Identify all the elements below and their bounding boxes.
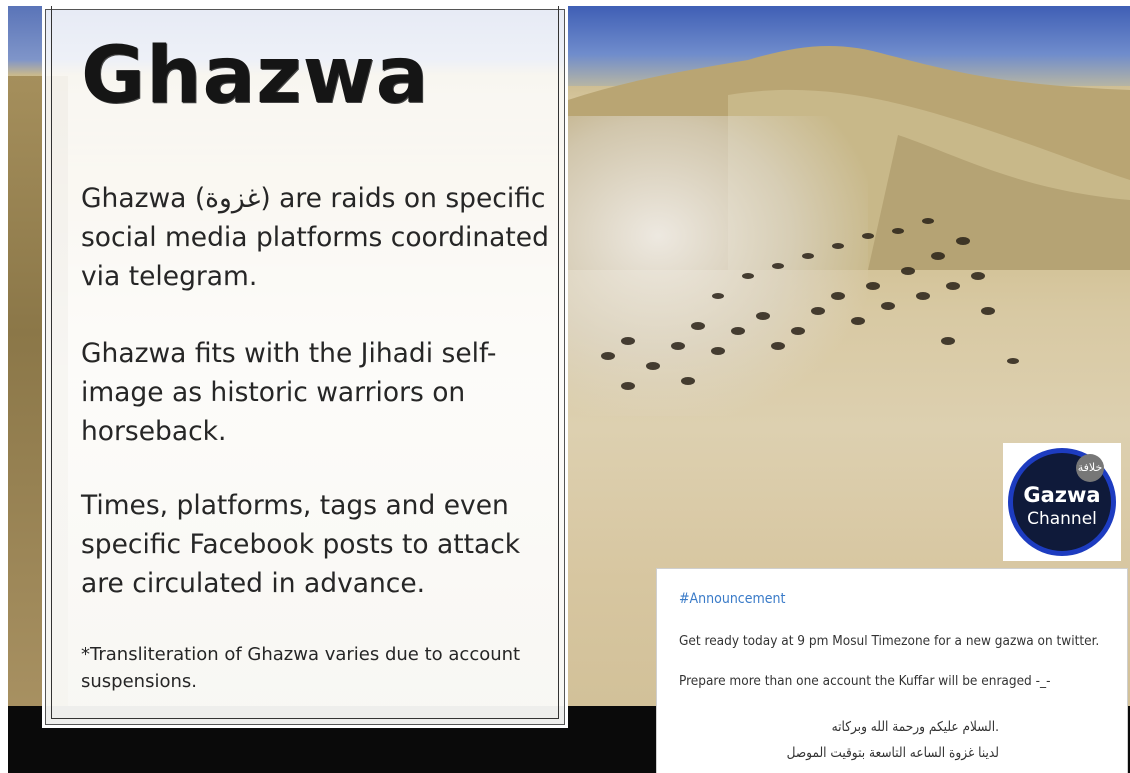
footnote: *Transliteration of Ghazwa varies due to… [81,644,521,692]
slide: Ghazwa Ghazwa (غزوة) are raids on specif… [8,6,1130,773]
logo-subtitle: Channel [1027,509,1097,529]
horse-riders-image [601,218,1019,390]
announcement-line-1: Get ready today at 9 pm Mosul Timezone f… [679,633,1100,649]
logo-emblem: خلافة [1076,454,1104,482]
gazwa-channel-logo: خلافة Gazwa Channel [1003,443,1121,561]
announcement-hashtag[interactable]: #Announcement [679,591,785,607]
paragraph-self-image: Ghazwa fits with the Jihadi self-image a… [81,338,497,447]
logo-title: Gazwa [1023,483,1101,507]
paragraph-circulation: Times, platforms, tags and even specific… [81,490,521,599]
paragraph-definition: Ghazwa (غزوة) are raids on specific soci… [81,183,549,292]
announcement-arabic-greeting: .السلام عليكم ورحمة الله وبركاته [831,719,999,735]
text-panel: Ghazwa Ghazwa (غزوة) are raids on specif… [42,6,568,728]
announcement-arabic-time: لدينا غزوة الساعه التاسعة بتوقيت الموصل [786,745,999,761]
announcement-post: #Announcement Get ready today at 9 pm Mo… [656,568,1128,773]
slide-title: Ghazwa [81,31,430,121]
announcement-line-2: Prepare more than one account the Kuffar… [679,673,1051,689]
